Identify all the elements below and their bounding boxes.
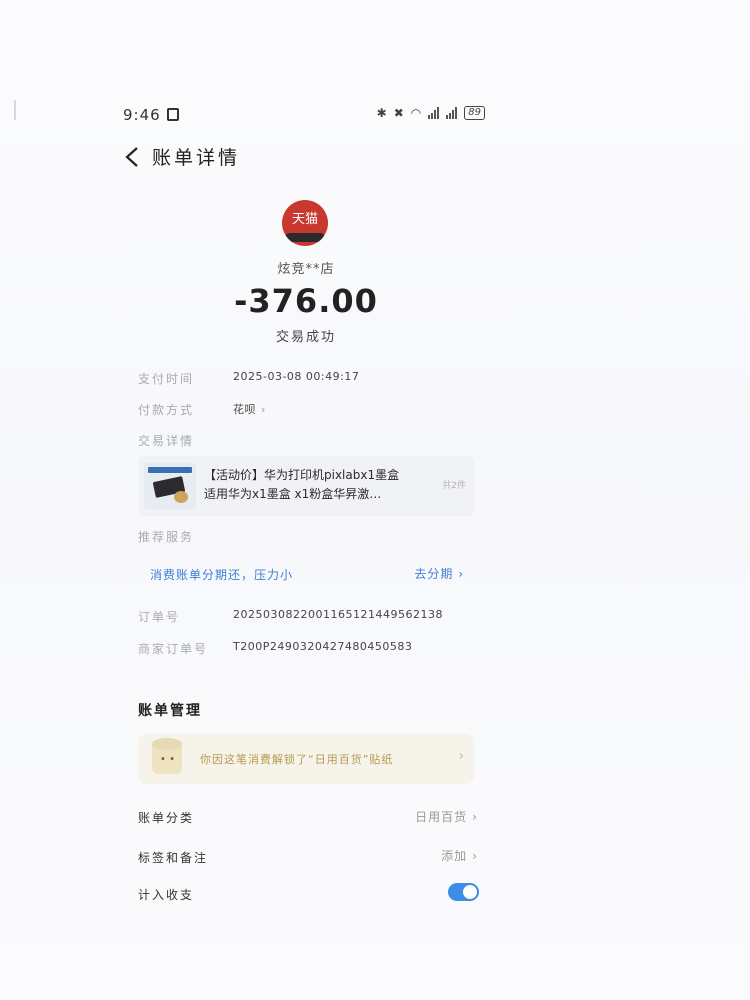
mute-icon: ✖	[393, 106, 404, 120]
back-arrow-icon[interactable]	[123, 146, 141, 168]
category-value: 日用百货	[415, 810, 468, 824]
chevron-right-icon: ›	[472, 849, 478, 863]
transaction-status: 交易成功	[275, 330, 336, 345]
signal-icon	[428, 107, 440, 119]
chevron-right-icon: ›	[458, 567, 464, 581]
merchant-name[interactable]: 炫竞**店	[0, 258, 612, 277]
tissue-sticker-icon: • •	[148, 738, 188, 780]
merchant-order-no-label: 商家订单号	[138, 642, 209, 656]
logo-band	[286, 233, 324, 242]
sticker-banner[interactable]: • • 你因这笔消费解锁了“日用百货”贴纸 ›	[138, 734, 474, 784]
wifi-icon: ◠	[410, 106, 422, 120]
page-title: 账单详情	[152, 147, 241, 169]
chevron-right-icon: ›	[472, 810, 478, 824]
product-title-line1: 【活动价】华为打印机pixlabx1墨盒	[204, 468, 400, 482]
bluetooth-icon: ✱	[376, 106, 387, 120]
logo-text: 天猫	[291, 212, 318, 227]
product-title: 【活动价】华为打印机pixlabx1墨盒 适用华为x1墨盒 x1粉盒华昇激…	[204, 466, 432, 504]
status-time: 9:46	[123, 106, 161, 124]
count-in-toggle[interactable]	[448, 883, 479, 901]
installment-action-label: 去分期	[414, 567, 454, 581]
pay-method-value: 花呗	[233, 403, 256, 416]
sticker-text: 你因这笔消费解锁了“日用百货”贴纸	[200, 753, 394, 766]
order-no-label: 订单号	[138, 610, 181, 624]
product-title-line2: 适用华为x1墨盒 x1粉盒华昇激…	[204, 487, 382, 501]
count-in-label: 计入收支	[138, 888, 195, 902]
transaction-amount: -376.00	[234, 282, 378, 320]
installment-banner[interactable]: 消费账单分期还，压力小 去分期 ›	[138, 556, 474, 592]
product-card[interactable]: 【活动价】华为打印机pixlabx1墨盒 适用华为x1墨盒 x1粉盒华昇激… 共…	[138, 456, 474, 516]
category-label: 账单分类	[138, 811, 195, 825]
pay-method-link[interactable]: 花呗 ›	[233, 401, 266, 417]
merchant-order-no-value: T200P2490320427480450583	[233, 640, 413, 653]
tags-label: 标签和备注	[138, 851, 209, 865]
pay-time-label: 支付时间	[138, 372, 195, 386]
sticker-roll	[152, 738, 182, 750]
thumb-roll	[174, 491, 188, 503]
trade-detail-label: 交易详情	[138, 434, 195, 448]
tags-link[interactable]: 添加 ›	[441, 847, 478, 864]
status-icons: ✱ ✖ ◠ 89	[377, 106, 485, 120]
pay-method-label: 付款方式	[138, 403, 195, 417]
tags-value: 添加	[441, 849, 468, 863]
status-bar: 9:46 ✱ ✖ ◠ 89	[123, 104, 485, 126]
battery-icon: 89	[464, 106, 485, 120]
product-count: 共2件	[442, 481, 466, 491]
thumb-header	[148, 467, 192, 473]
tmall-logo: 天猫	[282, 200, 328, 246]
category-link[interactable]: 日用百货 ›	[415, 808, 478, 825]
product-thumbnail	[144, 463, 196, 509]
installment-text: 消费账单分期还，压力小	[150, 568, 294, 582]
recommend-label: 推荐服务	[138, 530, 195, 544]
sticker-face: • •	[160, 754, 175, 765]
signal-icon-2	[446, 107, 458, 119]
chevron-right-icon: ›	[261, 403, 266, 416]
order-no-value: 2025030822001165121449562138	[233, 608, 443, 621]
pay-time-value: 2025-03-08 00:49:17	[233, 370, 360, 383]
scan-edge-mark	[14, 100, 16, 120]
installment-button[interactable]: 去分期 ›	[414, 565, 464, 582]
nfc-icon	[167, 108, 179, 121]
toggle-knob	[463, 885, 477, 899]
chevron-right-icon: ›	[458, 749, 464, 764]
bill-management-title: 账单管理	[138, 703, 202, 719]
